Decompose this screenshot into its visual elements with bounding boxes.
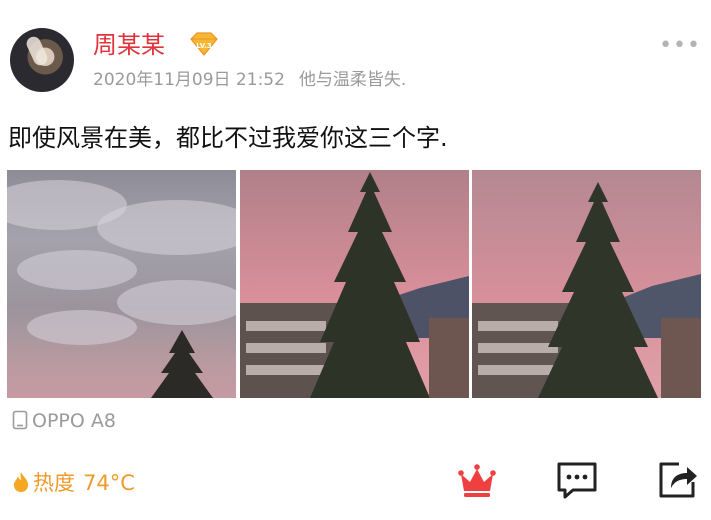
svg-text:LV.3: LV.3 bbox=[196, 42, 212, 50]
timestamp: 2020年11月09日 21:52 bbox=[93, 70, 285, 90]
comment-icon[interactable] bbox=[555, 458, 599, 502]
post-content: 即使风景在美，都比不过我爱你这三个字. bbox=[8, 124, 448, 152]
user-signature: 他与温柔皆失. bbox=[298, 70, 407, 90]
username[interactable]: 周某某 bbox=[93, 30, 165, 60]
heat-indicator: 热度 74°C bbox=[12, 468, 135, 498]
phone-icon bbox=[12, 410, 28, 430]
post-image-1[interactable] bbox=[7, 170, 236, 398]
post-meta: 2020年11月09日 21:52 他与温柔皆失. bbox=[93, 68, 406, 92]
device-label: OPPO A8 bbox=[12, 408, 116, 434]
avatar[interactable] bbox=[10, 28, 74, 92]
more-icon[interactable]: ••• bbox=[659, 35, 701, 57]
flame-icon bbox=[14, 472, 28, 492]
heat-label: 热度 bbox=[33, 471, 75, 495]
post-image-2[interactable] bbox=[240, 170, 469, 398]
crown-icon[interactable] bbox=[455, 458, 499, 502]
post-image-3[interactable] bbox=[472, 170, 701, 398]
vip-badge-icon: LV.3 bbox=[190, 32, 218, 56]
share-icon[interactable] bbox=[655, 458, 699, 502]
heat-value: 74°C bbox=[83, 471, 135, 495]
device-name: OPPO A8 bbox=[32, 410, 116, 432]
